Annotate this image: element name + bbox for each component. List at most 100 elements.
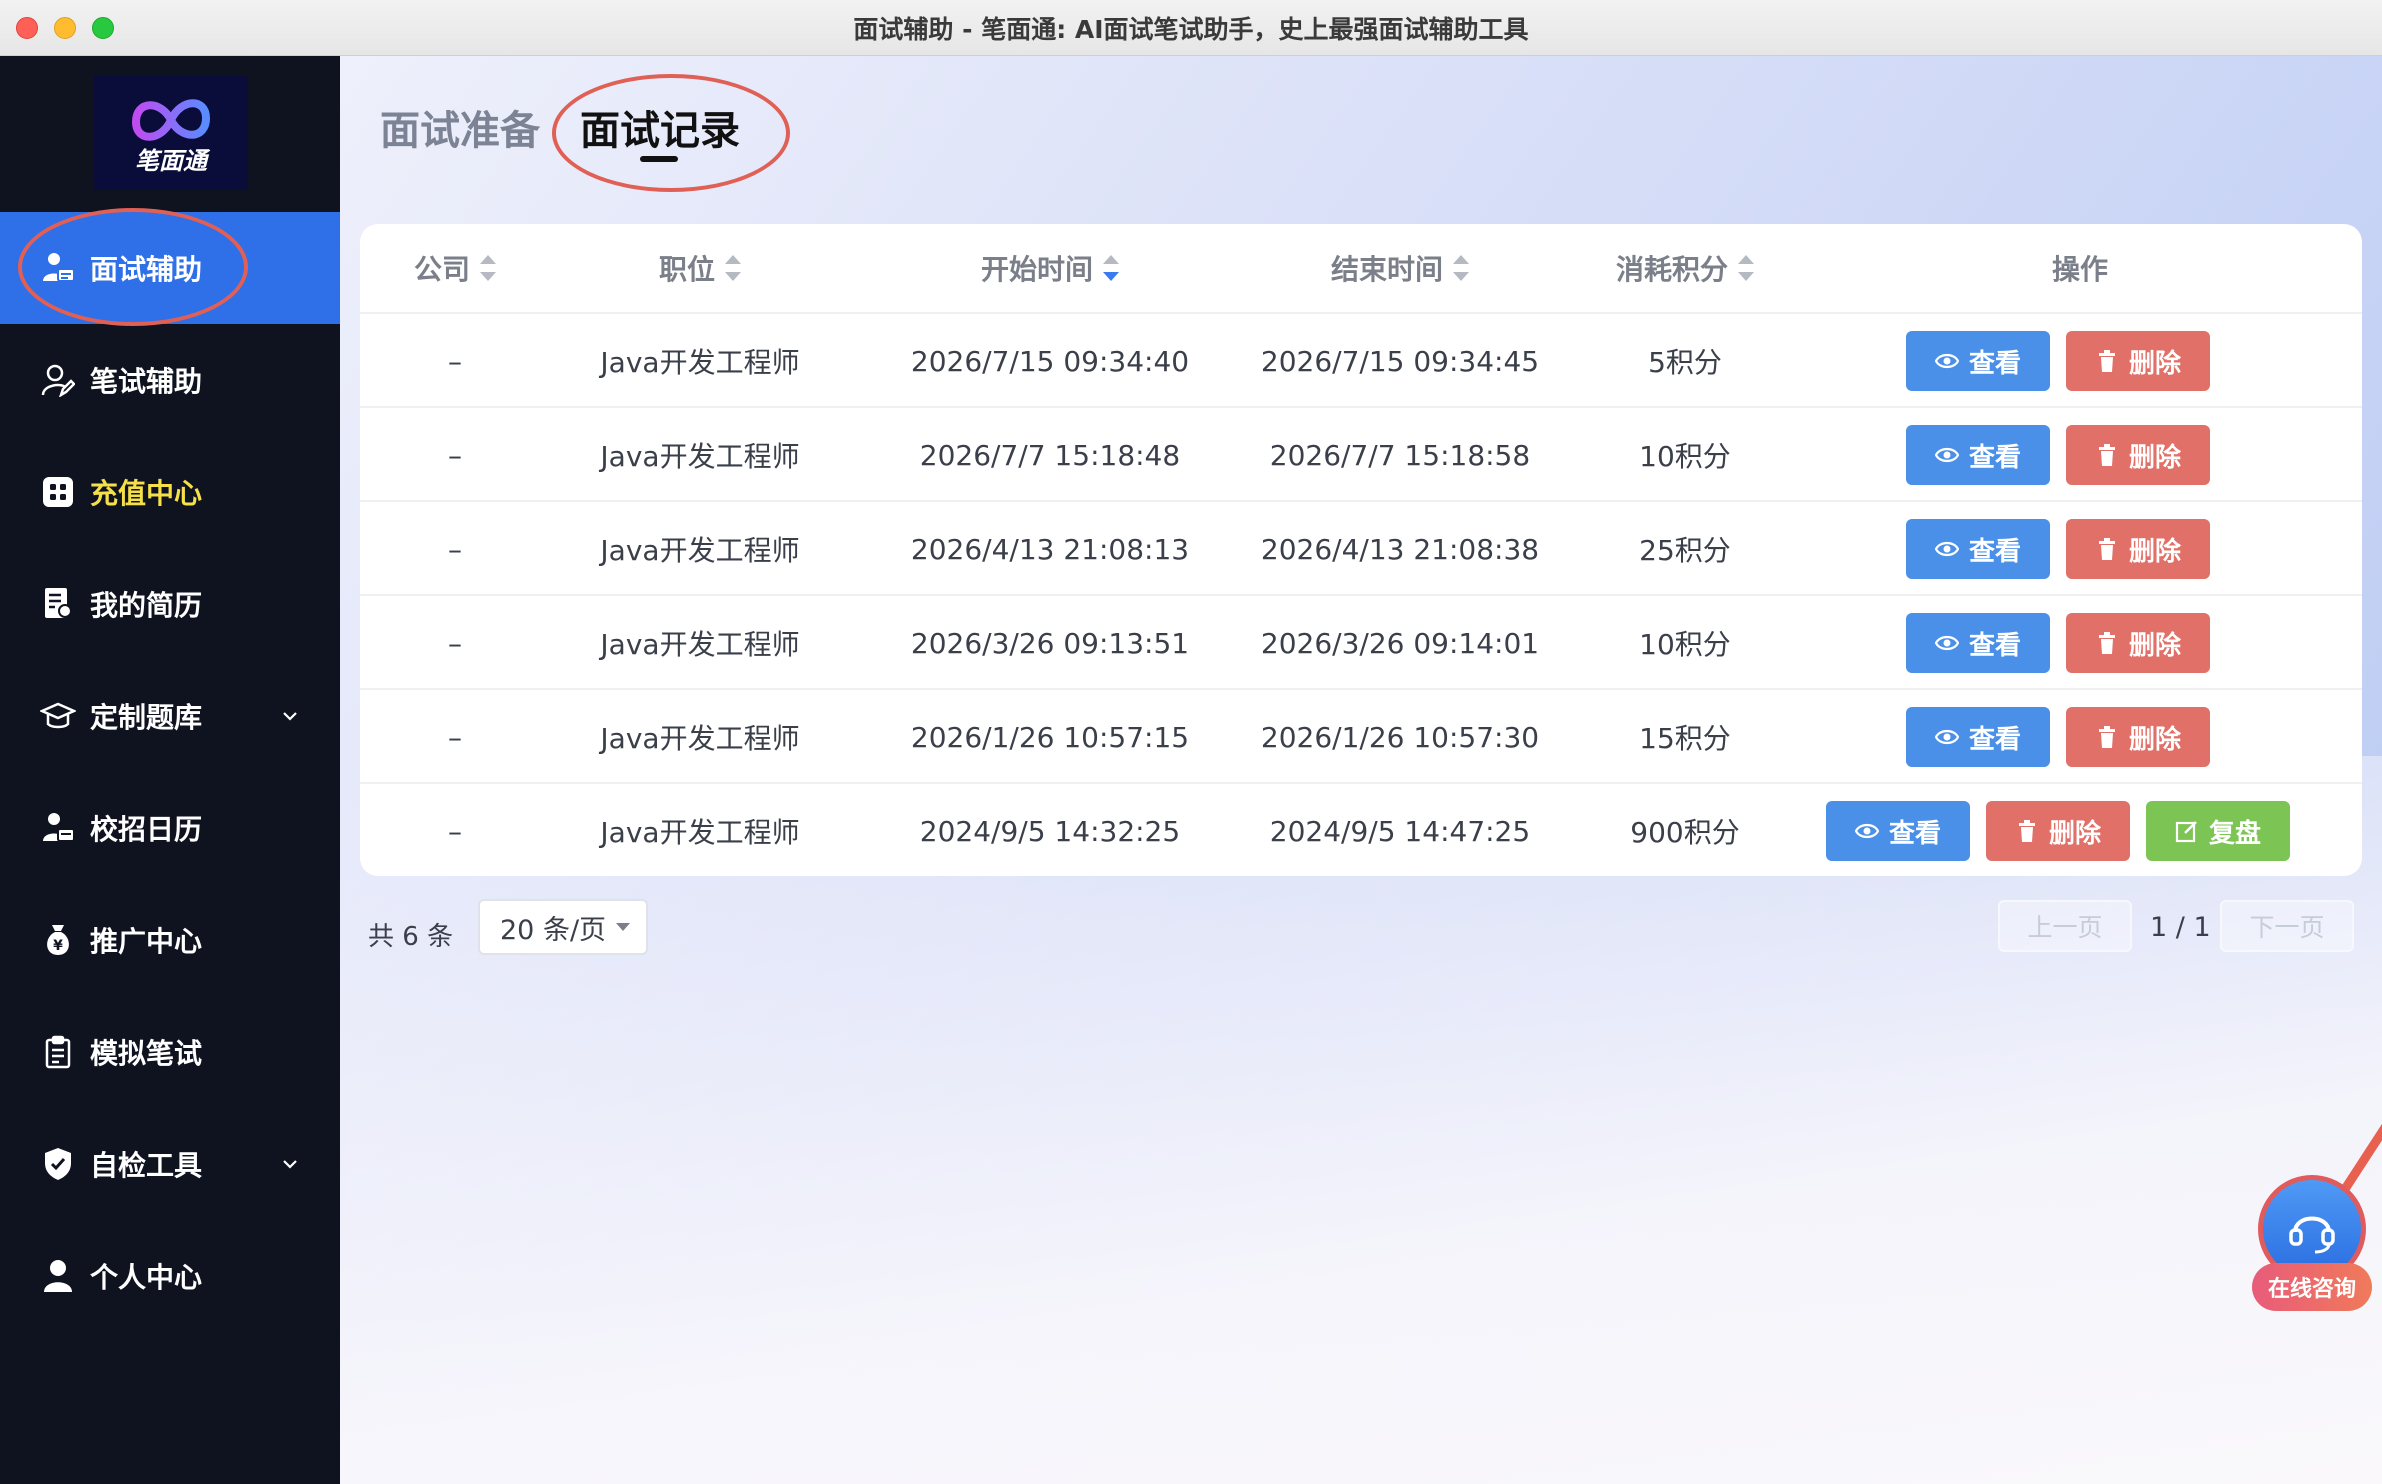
cell-points: 25积分 bbox=[1639, 534, 1731, 567]
eye-icon bbox=[1934, 541, 1959, 557]
online-consult-button[interactable]: 在线咨询 bbox=[2252, 1175, 2372, 1315]
sidebar-item-personal-center[interactable]: 个人中心 bbox=[0, 1220, 340, 1332]
money-bag-icon: ¥ bbox=[40, 922, 76, 958]
sort-icon[interactable] bbox=[1453, 255, 1469, 281]
eye-icon bbox=[1934, 353, 1959, 369]
column-header-position[interactable]: 职位 bbox=[580, 224, 820, 312]
delete-button[interactable]: 删除 bbox=[2066, 519, 2210, 579]
main-content: 面试准备 面试记录 公司 职位 开始时间 结束时间 消耗积分 操作 – Java… bbox=[340, 56, 2382, 1484]
table-row: – Java开发工程师 2026/4/13 21:08:13 2026/4/13… bbox=[360, 500, 2362, 594]
sidebar-item-custom-question-bank[interactable]: 定制题库 bbox=[0, 660, 340, 772]
consult-label: 在线咨询 bbox=[2252, 1263, 2372, 1311]
delete-button[interactable]: 删除 bbox=[1986, 801, 2130, 861]
sidebar-item-self-check-tools[interactable]: 自检工具 bbox=[0, 1108, 340, 1220]
eye-icon bbox=[1854, 823, 1879, 839]
trash-icon bbox=[2098, 538, 2115, 560]
svg-text:¥: ¥ bbox=[53, 938, 63, 954]
delete-button[interactable]: 删除 bbox=[2066, 613, 2210, 673]
close-window-button[interactable] bbox=[16, 17, 38, 39]
cell-start-time: 2026/3/26 09:13:51 bbox=[910, 626, 1190, 660]
page-size-select[interactable]: 20 条/页 bbox=[478, 899, 648, 955]
grid-icon bbox=[40, 474, 76, 510]
view-button[interactable]: 查看 bbox=[1906, 613, 2050, 673]
sidebar-item-campus-calendar[interactable]: 校招日历 bbox=[0, 772, 340, 884]
graduation-cap-icon bbox=[40, 698, 76, 734]
table-row: – Java开发工程师 2024/9/5 14:32:25 2024/9/5 1… bbox=[360, 782, 2362, 876]
view-button[interactable]: 查看 bbox=[1906, 425, 2050, 485]
table-row: – Java开发工程师 2026/3/26 09:13:51 2026/3/26… bbox=[360, 594, 2362, 688]
chevron-down-icon bbox=[283, 1160, 297, 1169]
column-header-points[interactable]: 消耗积分 bbox=[1570, 224, 1800, 312]
window-title: 面试辅助 - 笔面通: AI面试笔试助手，史上最强面试辅助工具 bbox=[853, 14, 1529, 44]
sort-icon[interactable] bbox=[480, 255, 496, 281]
cell-start-time: 2026/7/7 15:18:48 bbox=[919, 438, 1181, 472]
cell-company: – bbox=[448, 720, 462, 754]
shield-check-icon bbox=[40, 1146, 76, 1182]
sidebar-item-recharge-center[interactable]: 充值中心 bbox=[0, 436, 340, 548]
sidebar-item-written-test-assist[interactable]: 笔试辅助 bbox=[0, 324, 340, 436]
cell-company: – bbox=[448, 438, 462, 472]
sidebar-item-label: 充值中心 bbox=[90, 477, 203, 510]
minimize-window-button[interactable] bbox=[54, 17, 76, 39]
zoom-window-button[interactable] bbox=[92, 17, 114, 39]
trash-icon bbox=[2098, 726, 2115, 748]
sidebar-item-mock-written-test[interactable]: 模拟笔试 bbox=[0, 996, 340, 1108]
table-row: – Java开发工程师 2026/7/7 15:18:48 2026/7/7 1… bbox=[360, 406, 2362, 500]
column-header-actions: 操作 bbox=[2051, 253, 2108, 286]
cell-company: – bbox=[448, 532, 462, 566]
page-indicator: 1 / 1 bbox=[2150, 912, 2211, 943]
view-button[interactable]: 查看 bbox=[1906, 331, 2050, 391]
cell-end-time: 2026/7/7 15:18:58 bbox=[1269, 438, 1531, 472]
cell-end-time: 2026/7/15 09:34:45 bbox=[1260, 344, 1540, 378]
view-button[interactable]: 查看 bbox=[1906, 707, 2050, 767]
delete-button[interactable]: 删除 bbox=[2066, 331, 2210, 391]
cell-position: Java开发工程师 bbox=[600, 628, 800, 661]
edit-icon bbox=[2175, 821, 2197, 843]
chevron-down-icon bbox=[283, 712, 297, 721]
cell-points: 900积分 bbox=[1630, 816, 1740, 849]
prev-page-button[interactable]: 上一页 bbox=[1998, 900, 2132, 952]
sidebar-item-promotion-center[interactable]: ¥ 推广中心 bbox=[0, 884, 340, 996]
person-icon bbox=[40, 1258, 76, 1294]
cell-position: Java开发工程师 bbox=[600, 534, 800, 567]
view-button[interactable]: 查看 bbox=[1826, 801, 1970, 861]
cell-start-time: 2026/1/26 10:57:15 bbox=[910, 720, 1190, 754]
caret-down-icon bbox=[616, 923, 631, 931]
column-header-end-time[interactable]: 结束时间 bbox=[1225, 224, 1575, 312]
sidebar-item-label: 个人中心 bbox=[90, 1261, 203, 1294]
cell-points: 5积分 bbox=[1648, 346, 1722, 379]
cell-start-time: 2026/4/13 21:08:13 bbox=[910, 532, 1190, 566]
sidebar-item-label: 我的简历 bbox=[90, 589, 203, 622]
cell-end-time: 2026/4/13 21:08:38 bbox=[1260, 532, 1540, 566]
window-titlebar: 面试辅助 - 笔面通: AI面试笔试助手，史上最强面试辅助工具 bbox=[0, 0, 2382, 56]
headset-icon bbox=[2289, 1216, 2335, 1254]
cell-start-time: 2024/9/5 14:32:25 bbox=[919, 814, 1181, 848]
sidebar-item-label: 模拟笔试 bbox=[90, 1037, 203, 1070]
tab-interview-prep[interactable]: 面试准备 bbox=[380, 98, 540, 156]
sidebar: 笔面通 面试辅助 笔试辅助 充值中心 我的简历 定制题库 校招日历 ¥ 推广中心… bbox=[0, 56, 340, 1484]
delete-button[interactable]: 删除 bbox=[2066, 707, 2210, 767]
cell-points: 10积分 bbox=[1639, 440, 1731, 473]
eye-icon bbox=[1934, 635, 1959, 651]
sort-icon[interactable] bbox=[725, 255, 741, 281]
sidebar-item-label: 定制题库 bbox=[90, 701, 203, 734]
annotation-circle-sidebar bbox=[18, 208, 248, 326]
delete-button[interactable]: 删除 bbox=[2066, 425, 2210, 485]
view-button[interactable]: 查看 bbox=[1906, 519, 2050, 579]
total-count: 共 6 条 bbox=[368, 922, 454, 952]
trash-icon bbox=[2098, 350, 2115, 372]
column-header-start-time[interactable]: 开始时间 bbox=[875, 224, 1225, 312]
cell-end-time: 2026/3/26 09:14:01 bbox=[1260, 626, 1540, 660]
cell-company: – bbox=[448, 814, 462, 848]
resume-icon bbox=[40, 586, 76, 622]
sidebar-item-my-resume[interactable]: 我的简历 bbox=[0, 548, 340, 660]
sidebar-item-label: 笔试辅助 bbox=[90, 365, 203, 398]
sort-icon[interactable] bbox=[1738, 255, 1754, 281]
sort-desc-icon[interactable] bbox=[1103, 255, 1119, 281]
review-button[interactable]: 复盘 bbox=[2146, 801, 2290, 861]
cell-end-time: 2026/1/26 10:57:30 bbox=[1260, 720, 1540, 754]
cell-position: Java开发工程师 bbox=[600, 346, 800, 379]
column-header-company[interactable]: 公司 bbox=[400, 224, 510, 312]
table-row: – Java开发工程师 2026/7/15 09:34:40 2026/7/15… bbox=[360, 312, 2362, 406]
sidebar-item-label: 校招日历 bbox=[90, 813, 203, 846]
